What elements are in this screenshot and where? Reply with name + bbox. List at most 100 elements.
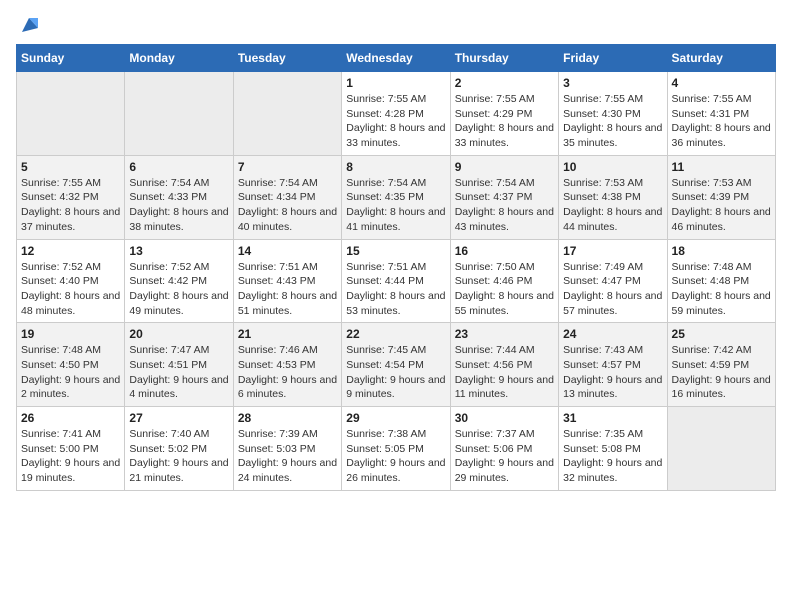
- day-info: Sunrise: 7:53 AMSunset: 4:39 PMDaylight:…: [672, 176, 771, 235]
- day-number: 25: [672, 327, 771, 341]
- day-info: Sunrise: 7:41 AMSunset: 5:00 PMDaylight:…: [21, 427, 120, 486]
- day-info: Sunrise: 7:54 AMSunset: 4:34 PMDaylight:…: [238, 176, 337, 235]
- day-number: 21: [238, 327, 337, 341]
- day-info: Sunrise: 7:42 AMSunset: 4:59 PMDaylight:…: [672, 343, 771, 402]
- day-info: Sunrise: 7:50 AMSunset: 4:46 PMDaylight:…: [455, 260, 554, 319]
- day-number: 1: [346, 76, 445, 90]
- day-cell: 22 Sunrise: 7:45 AMSunset: 4:54 PMDayligh…: [342, 323, 450, 407]
- header-row: SundayMondayTuesdayWednesdayThursdayFrid…: [17, 45, 776, 72]
- day-cell: [125, 72, 233, 156]
- day-info: Sunrise: 7:37 AMSunset: 5:06 PMDaylight:…: [455, 427, 554, 486]
- week-row-3: 12Sunrise: 7:52 AMSunset: 4:40 PMDayligh…: [17, 239, 776, 323]
- day-cell: 6 Sunrise: 7:54 AMSunset: 4:33 PMDaylight…: [125, 155, 233, 239]
- day-number: 6: [129, 160, 228, 174]
- day-cell: 14 Sunrise: 7:51 AMSunset: 4:43 PMDayligh…: [233, 239, 341, 323]
- day-info: Sunrise: 7:53 AMSunset: 4:38 PMDaylight:…: [563, 176, 662, 235]
- day-number: 18: [672, 244, 771, 258]
- week-row-5: 26 Sunrise: 7:41 AMSunset: 5:00 PMDayligh…: [17, 407, 776, 491]
- day-info: Sunrise: 7:55 AMSunset: 4:28 PMDaylight:…: [346, 92, 445, 151]
- day-cell: 31Sunrise: 7:35 AMSunset: 5:08 PMDayligh…: [559, 407, 667, 491]
- day-number: 23: [455, 327, 554, 341]
- day-cell: 4 Sunrise: 7:55 AMSunset: 4:31 PMDaylight…: [667, 72, 775, 156]
- week-row-4: 19 Sunrise: 7:48 AMSunset: 4:50 PMDayligh…: [17, 323, 776, 407]
- day-cell: [667, 407, 775, 491]
- day-info: Sunrise: 7:35 AMSunset: 5:08 PMDaylight:…: [563, 427, 662, 486]
- week-row-2: 5Sunrise: 7:55 AMSunset: 4:32 PMDaylight…: [17, 155, 776, 239]
- day-number: 27: [129, 411, 228, 425]
- day-cell: 18 Sunrise: 7:48 AMSunset: 4:48 PMDayligh…: [667, 239, 775, 323]
- day-cell: 10 Sunrise: 7:53 AMSunset: 4:38 PMDayligh…: [559, 155, 667, 239]
- day-number: 2: [455, 76, 554, 90]
- day-info: Sunrise: 7:48 AMSunset: 4:48 PMDaylight:…: [672, 260, 771, 319]
- logo-icon: [18, 14, 40, 36]
- day-cell: [233, 72, 341, 156]
- day-number: 10: [563, 160, 662, 174]
- day-cell: 13Sunrise: 7:52 AMSunset: 4:42 PMDayligh…: [125, 239, 233, 323]
- day-info: Sunrise: 7:55 AMSunset: 4:32 PMDaylight:…: [21, 176, 120, 235]
- day-info: Sunrise: 7:54 AMSunset: 4:33 PMDaylight:…: [129, 176, 228, 235]
- day-cell: 1 Sunrise: 7:55 AMSunset: 4:28 PMDaylight…: [342, 72, 450, 156]
- day-number: 26: [21, 411, 120, 425]
- day-info: Sunrise: 7:48 AMSunset: 4:50 PMDaylight:…: [21, 343, 120, 402]
- day-info: Sunrise: 7:47 AMSunset: 4:51 PMDaylight:…: [129, 343, 228, 402]
- day-cell: 9 Sunrise: 7:54 AMSunset: 4:37 PMDaylight…: [450, 155, 558, 239]
- day-cell: 7Sunrise: 7:54 AMSunset: 4:34 PMDaylight…: [233, 155, 341, 239]
- day-cell: 21 Sunrise: 7:46 AMSunset: 4:53 PMDayligh…: [233, 323, 341, 407]
- header-cell-friday: Friday: [559, 45, 667, 72]
- day-cell: 26 Sunrise: 7:41 AMSunset: 5:00 PMDayligh…: [17, 407, 125, 491]
- day-number: 20: [129, 327, 228, 341]
- day-number: 19: [21, 327, 120, 341]
- day-cell: 11 Sunrise: 7:53 AMSunset: 4:39 PMDayligh…: [667, 155, 775, 239]
- day-info: Sunrise: 7:54 AMSunset: 4:35 PMDaylight:…: [346, 176, 445, 235]
- day-cell: 5Sunrise: 7:55 AMSunset: 4:32 PMDaylight…: [17, 155, 125, 239]
- header-cell-saturday: Saturday: [667, 45, 775, 72]
- day-info: Sunrise: 7:55 AMSunset: 4:31 PMDaylight:…: [672, 92, 771, 151]
- day-number: 16: [455, 244, 554, 258]
- day-number: 14: [238, 244, 337, 258]
- day-cell: 27Sunrise: 7:40 AMSunset: 5:02 PMDayligh…: [125, 407, 233, 491]
- day-info: Sunrise: 7:51 AMSunset: 4:44 PMDaylight:…: [346, 260, 445, 319]
- logo: [16, 16, 40, 32]
- day-number: 24: [563, 327, 662, 341]
- day-info: Sunrise: 7:55 AMSunset: 4:29 PMDaylight:…: [455, 92, 554, 151]
- day-info: Sunrise: 7:38 AMSunset: 5:05 PMDaylight:…: [346, 427, 445, 486]
- day-info: Sunrise: 7:51 AMSunset: 4:43 PMDaylight:…: [238, 260, 337, 319]
- day-info: Sunrise: 7:44 AMSunset: 4:56 PMDaylight:…: [455, 343, 554, 402]
- page-header: [16, 16, 776, 32]
- day-cell: 30 Sunrise: 7:37 AMSunset: 5:06 PMDayligh…: [450, 407, 558, 491]
- calendar-table: SundayMondayTuesdayWednesdayThursdayFrid…: [16, 44, 776, 491]
- day-cell: 17Sunrise: 7:49 AMSunset: 4:47 PMDayligh…: [559, 239, 667, 323]
- day-cell: 3 Sunrise: 7:55 AMSunset: 4:30 PMDaylight…: [559, 72, 667, 156]
- day-cell: 16 Sunrise: 7:50 AMSunset: 4:46 PMDayligh…: [450, 239, 558, 323]
- day-info: Sunrise: 7:55 AMSunset: 4:30 PMDaylight:…: [563, 92, 662, 151]
- day-cell: 15 Sunrise: 7:51 AMSunset: 4:44 PMDayligh…: [342, 239, 450, 323]
- header-cell-sunday: Sunday: [17, 45, 125, 72]
- header-cell-monday: Monday: [125, 45, 233, 72]
- day-number: 22: [346, 327, 445, 341]
- day-cell: 29 Sunrise: 7:38 AMSunset: 5:05 PMDayligh…: [342, 407, 450, 491]
- day-number: 4: [672, 76, 771, 90]
- header-cell-tuesday: Tuesday: [233, 45, 341, 72]
- header-cell-wednesday: Wednesday: [342, 45, 450, 72]
- day-info: Sunrise: 7:54 AMSunset: 4:37 PMDaylight:…: [455, 176, 554, 235]
- day-number: 17: [563, 244, 662, 258]
- day-cell: 20 Sunrise: 7:47 AMSunset: 4:51 PMDayligh…: [125, 323, 233, 407]
- day-number: 15: [346, 244, 445, 258]
- day-cell: 28Sunrise: 7:39 AMSunset: 5:03 PMDayligh…: [233, 407, 341, 491]
- day-info: Sunrise: 7:45 AMSunset: 4:54 PMDaylight:…: [346, 343, 445, 402]
- day-info: Sunrise: 7:52 AMSunset: 4:40 PMDaylight:…: [21, 260, 120, 319]
- day-number: 11: [672, 160, 771, 174]
- week-row-1: 1 Sunrise: 7:55 AMSunset: 4:28 PMDaylight…: [17, 72, 776, 156]
- day-cell: 2 Sunrise: 7:55 AMSunset: 4:29 PMDaylight…: [450, 72, 558, 156]
- day-number: 13: [129, 244, 228, 258]
- day-info: Sunrise: 7:46 AMSunset: 4:53 PMDaylight:…: [238, 343, 337, 402]
- day-number: 8: [346, 160, 445, 174]
- day-info: Sunrise: 7:43 AMSunset: 4:57 PMDaylight:…: [563, 343, 662, 402]
- day-number: 9: [455, 160, 554, 174]
- day-cell: 25 Sunrise: 7:42 AMSunset: 4:59 PMDayligh…: [667, 323, 775, 407]
- day-number: 29: [346, 411, 445, 425]
- day-cell: 8 Sunrise: 7:54 AMSunset: 4:35 PMDaylight…: [342, 155, 450, 239]
- day-number: 30: [455, 411, 554, 425]
- day-number: 3: [563, 76, 662, 90]
- day-cell: 12Sunrise: 7:52 AMSunset: 4:40 PMDayligh…: [17, 239, 125, 323]
